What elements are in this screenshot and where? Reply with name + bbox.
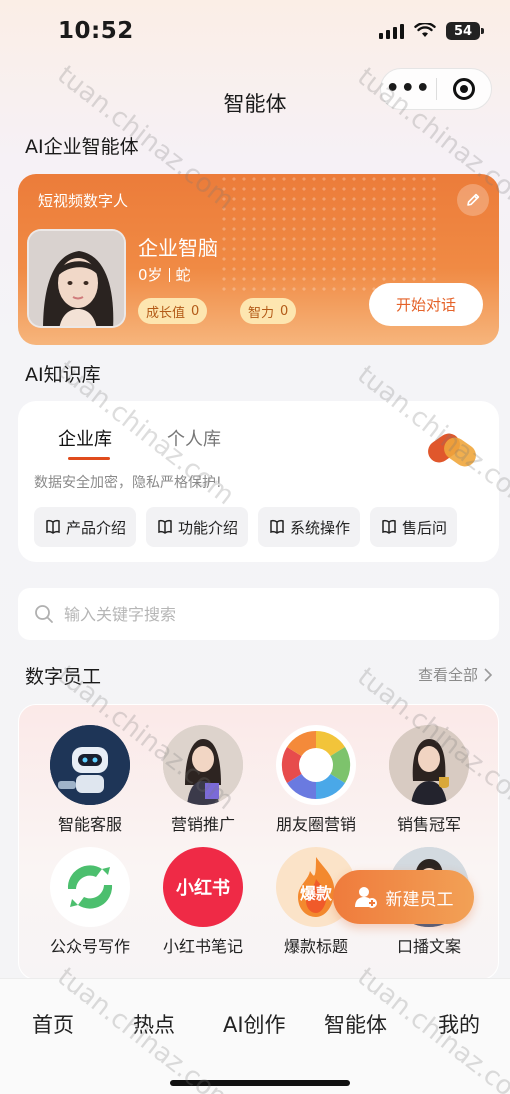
tab-ai-create[interactable]: AI创作 (223, 1009, 286, 1039)
employee-grid: 智能客服 营销推广 朋友圈营销 销售冠军 公众号写作 小红书 小红书笔记 爆款 … (18, 704, 499, 980)
view-all-link[interactable]: 查看全部 (418, 664, 492, 685)
capsule-decoration-icon (428, 433, 476, 467)
status-icons: 54 (379, 22, 484, 40)
employee-label: 营销推广 (170, 815, 235, 834)
hot-title-logo-text: 爆款 (299, 884, 332, 903)
book-icon (382, 519, 396, 534)
employee-label: 爆款标题 (283, 937, 348, 956)
active-tab-indicator (68, 457, 110, 460)
kb-chip-label: 售后问 (402, 518, 448, 537)
employee-label: 口播文案 (396, 937, 461, 956)
employee-item[interactable]: 销售冠军 (374, 725, 484, 835)
tab-personal-library[interactable]: 个人库 (167, 425, 221, 451)
battery-icon: 54 (446, 22, 484, 40)
book-icon (270, 519, 284, 534)
employee-label: 小红书笔记 (162, 937, 243, 956)
kb-chip-label: 功能介绍 (178, 518, 239, 537)
employee-label: 朋友圈营销 (275, 815, 356, 834)
more-icon[interactable]: ••• (381, 78, 436, 100)
search-icon (35, 605, 53, 623)
robot-icon (50, 725, 130, 805)
close-miniprogram-icon[interactable] (437, 78, 492, 100)
tab-agent[interactable]: 智能体 (324, 1009, 387, 1039)
bottom-tabbar: 首页 热点 AI创作 智能体 我的 (0, 978, 510, 1094)
tab-enterprise-library[interactable]: 企业库 (58, 425, 112, 451)
kb-chip-feature[interactable]: 功能介绍 (146, 507, 249, 547)
search-bar[interactable] (18, 588, 499, 640)
tab-home[interactable]: 首页 (32, 1009, 74, 1039)
employee-item[interactable]: 公众号写作 (35, 847, 145, 957)
employee-item[interactable]: 智能客服 (35, 725, 145, 835)
xiaohongshu-icon: 小红书 (163, 847, 243, 927)
marketer-avatar (163, 725, 243, 805)
agent-card[interactable]: 短视频数字人 企业智脑 0岁蛇 成长值 0 智力 0 开始对话 (18, 174, 499, 345)
tab-mine[interactable]: 我的 (438, 1009, 480, 1039)
knowledge-title: AI知识库 (25, 364, 101, 386)
employee-item[interactable]: 营销推广 (148, 725, 258, 835)
moments-icon (276, 725, 356, 805)
knowledge-description: 数据安全加密，隐私严格保护! (34, 475, 222, 491)
search-input[interactable] (64, 604, 444, 624)
agent-type: 短视频数字人 (38, 192, 129, 210)
knowledge-chips: 产品介绍 功能介绍 系统操作 售后问 (34, 507, 458, 547)
employee-item[interactable]: 小红书 小红书笔记 (148, 847, 258, 957)
employees-title: 数字员工 (25, 666, 102, 688)
knowledge-card: 企业库 个人库 数据安全加密，隐私严格保护! 产品介绍 功能介绍 系统操作 售后… (18, 401, 499, 562)
new-employee-button[interactable]: 新建员工 (333, 870, 474, 924)
agent-zodiac: 蛇 (175, 266, 191, 284)
start-chat-button[interactable]: 开始对话 (369, 283, 483, 326)
new-employee-label: 新建员工 (385, 889, 454, 910)
growth-value: 0 (191, 303, 200, 319)
book-icon (46, 519, 60, 534)
enterprise-agent-title: AI企业智能体 (25, 136, 139, 158)
iq-chip: 智力 0 (240, 298, 297, 324)
edit-icon[interactable] (457, 184, 489, 216)
signal-icon (379, 23, 404, 39)
add-user-icon (354, 887, 377, 908)
iq-label: 智力 (248, 305, 275, 321)
wifi-icon (414, 23, 436, 37)
agent-meta: 0岁蛇 (138, 264, 191, 285)
agent-age: 0岁 (138, 266, 163, 284)
status-time: 10:52 (58, 18, 134, 44)
tab-hot[interactable]: 热点 (133, 1009, 175, 1039)
book-icon (158, 519, 172, 534)
status-bar: 10:52 54 (0, 0, 510, 64)
wechat-official-icon (50, 847, 130, 927)
growth-label: 成长值 (146, 305, 186, 321)
miniprogram-capsule: ••• (380, 68, 492, 110)
xiaohongshu-logo-text: 小红书 (176, 878, 230, 899)
employee-item[interactable]: 朋友圈营销 (261, 725, 371, 835)
employee-label: 智能客服 (57, 815, 122, 834)
kb-chip-label: 产品介绍 (66, 518, 127, 537)
home-indicator (170, 1080, 350, 1086)
agent-name: 企业智脑 (138, 236, 218, 260)
kb-chip-product[interactable]: 产品介绍 (34, 507, 137, 547)
employee-label: 公众号写作 (49, 937, 130, 956)
kb-chip-label: 系统操作 (290, 518, 351, 537)
chevron-right-icon (484, 667, 492, 682)
employee-label: 销售冠军 (396, 815, 461, 834)
view-all-label: 查看全部 (417, 666, 478, 684)
iq-value: 0 (280, 303, 289, 319)
agent-avatar (27, 229, 126, 328)
sales-avatar (389, 725, 469, 805)
kb-chip-operation[interactable]: 系统操作 (258, 507, 361, 547)
kb-chip-aftersales[interactable]: 售后问 (370, 507, 458, 547)
growth-chip: 成长值 0 (138, 298, 208, 324)
